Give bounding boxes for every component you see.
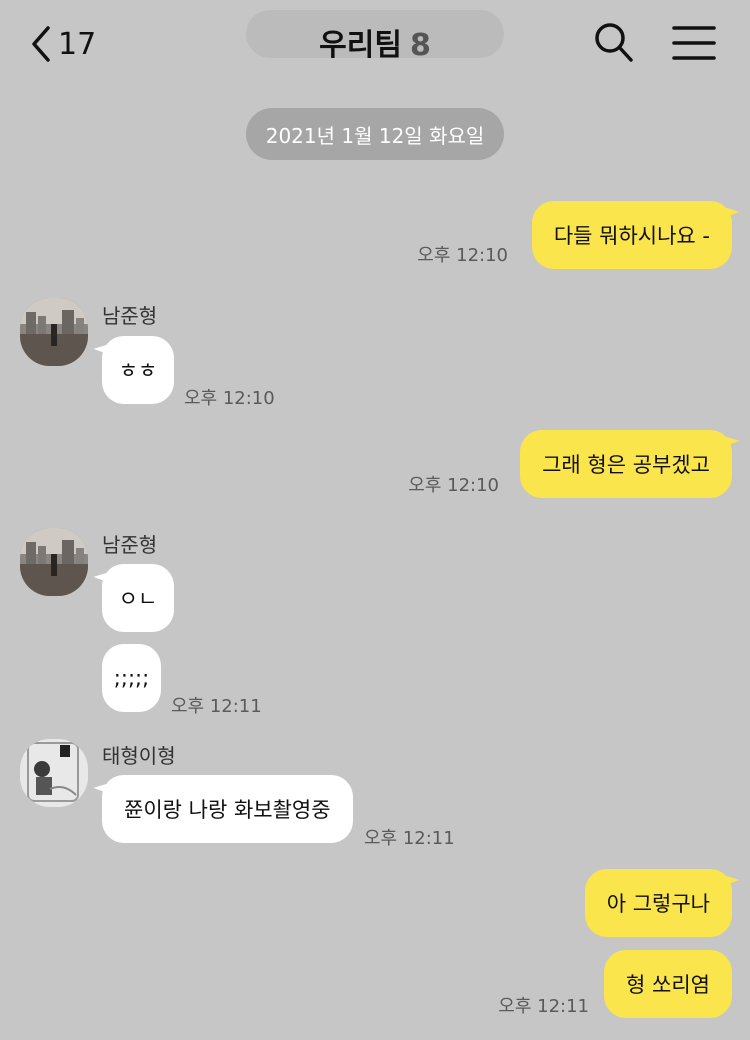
my-message-bubble[interactable]: 그래 형은 공부겠고 xyxy=(520,430,732,498)
their-message-bubble[interactable]: ㅎㅎ xyxy=(102,336,174,404)
sender-name: 남준형 xyxy=(102,533,158,557)
message-time: 오후 12:11 xyxy=(364,828,455,849)
date-divider: 2021년 1월 12일 화요일 xyxy=(246,108,504,160)
avatar[interactable] xyxy=(20,739,88,807)
avatar-photo xyxy=(20,528,88,596)
avatar[interactable] xyxy=(20,298,88,366)
avatar[interactable] xyxy=(20,528,88,596)
message-time: 오후 12:10 xyxy=(408,475,499,496)
chat-title: 우리팀 8 xyxy=(0,20,750,64)
my-message-bubble[interactable]: 형 쏘리염 xyxy=(604,950,732,1018)
search-icon xyxy=(595,23,633,62)
chat-header: 17 우리팀 8 xyxy=(0,0,750,88)
member-count: 8 xyxy=(409,28,431,63)
their-message-bubble[interactable]: 쮼이랑 나랑 화보촬영중 xyxy=(102,775,353,843)
message-time: 오후 12:10 xyxy=(184,388,275,409)
search-button[interactable] xyxy=(594,22,634,64)
message-time: 오후 12:10 xyxy=(417,245,508,266)
sender-name: 태형이형 xyxy=(102,744,176,768)
avatar-photo xyxy=(20,739,88,807)
message-time: 오후 12:11 xyxy=(171,696,262,717)
their-message-bubble[interactable]: ;;;;; xyxy=(102,644,161,712)
sender-name: 남준형 xyxy=(102,304,158,328)
my-message-bubble[interactable]: 다들 뭐하시나요 - xyxy=(531,201,732,269)
hamburger-menu-icon xyxy=(672,26,716,60)
room-name: 우리팀 xyxy=(319,28,402,63)
message-time: 오후 12:11 xyxy=(498,996,589,1017)
avatar-photo xyxy=(20,298,88,366)
my-message-bubble[interactable]: 아 그렇구나 xyxy=(584,869,732,937)
menu-button[interactable] xyxy=(672,24,716,62)
their-message-bubble[interactable]: ㅇㄴ xyxy=(102,564,174,632)
